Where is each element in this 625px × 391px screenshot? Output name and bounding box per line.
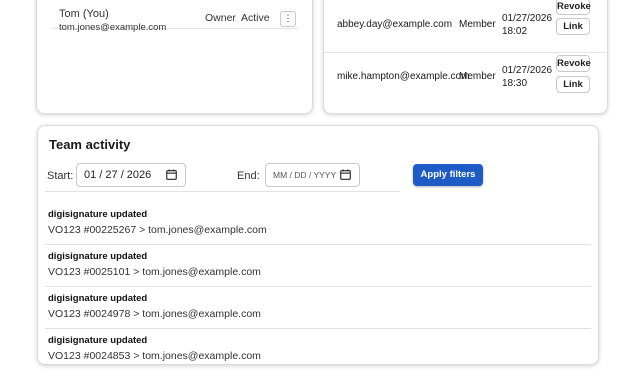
invite-date: 01/27/2026 bbox=[502, 13, 553, 24]
member-email: tom.jones@example.com bbox=[59, 22, 167, 33]
section-title: Team activity bbox=[49, 137, 131, 152]
invite-date: 01/27/2026 bbox=[502, 65, 553, 76]
team-activity-card: Team activity Start: 01 / 27 / 2026 End:… bbox=[37, 125, 599, 365]
activity-detail: VO123 #0024853 > tom.jones@example.com bbox=[48, 350, 261, 362]
invite-row: mike.hampton@example.com Member 01/27/20… bbox=[324, 52, 607, 104]
end-date-placeholder: MM / DD / YYYY bbox=[273, 170, 337, 180]
activity-item: digisignature updated VO123 #0024978 > t… bbox=[45, 286, 591, 329]
calendar-icon[interactable] bbox=[166, 169, 177, 180]
link-button[interactable]: Link bbox=[556, 76, 590, 93]
revoke-button[interactable]: Revoke bbox=[556, 55, 591, 72]
invite-time: 18:30 bbox=[502, 78, 528, 89]
calendar-icon[interactable] bbox=[340, 169, 351, 180]
activity-action: digisignature updated bbox=[48, 251, 148, 262]
invite-time: 18:02 bbox=[502, 26, 528, 37]
activity-detail: VO123 #00225267 > tom.jones@example.com bbox=[48, 224, 267, 236]
member-status: Active bbox=[241, 12, 270, 24]
activity-item: digisignature updated VO123 #0024853 > t… bbox=[45, 328, 591, 370]
apply-filters-button[interactable]: Apply filters bbox=[413, 164, 483, 186]
end-label: End: bbox=[237, 170, 260, 182]
invites-card: abbey.day@example.com Member 01/27/2026 … bbox=[323, 0, 608, 114]
filter-divider bbox=[45, 191, 400, 192]
activity-item: digisignature updated VO123 #0025101 > t… bbox=[45, 244, 591, 287]
activity-item: digisignature updated VO123 #00225267 > … bbox=[45, 202, 591, 245]
start-date-input[interactable]: 01 / 27 / 2026 bbox=[76, 163, 186, 187]
member-row: Tom (You) tom.jones@example.com Owner Ac… bbox=[53, 2, 298, 33]
invite-role: Member bbox=[459, 71, 496, 82]
members-card: Tom (You) tom.jones@example.com Owner Ac… bbox=[36, 0, 313, 114]
link-button[interactable]: Link bbox=[556, 18, 590, 35]
activity-detail: VO123 #0024978 > tom.jones@example.com bbox=[48, 308, 261, 320]
activity-action: digisignature updated bbox=[48, 335, 148, 346]
activity-detail: VO123 #0025101 > tom.jones@example.com bbox=[48, 266, 261, 278]
end-date-input[interactable]: MM / DD / YYYY bbox=[265, 163, 360, 187]
invite-email: mike.hampton@example.com bbox=[337, 71, 470, 82]
revoke-button[interactable]: Revoke bbox=[556, 0, 591, 15]
start-date-value: 01 / 27 / 2026 bbox=[84, 169, 152, 181]
invite-row: abbey.day@example.com Member 01/27/2026 … bbox=[324, 0, 607, 53]
invite-role: Member bbox=[459, 19, 496, 30]
member-name: Tom (You) bbox=[59, 8, 109, 20]
invite-datetime: 01/27/2026 18:02 bbox=[502, 12, 552, 38]
start-label: Start: bbox=[47, 170, 74, 182]
activity-action: digisignature updated bbox=[48, 209, 148, 220]
member-menu-button[interactable]: ⋮ bbox=[280, 11, 296, 27]
activity-action: digisignature updated bbox=[48, 293, 148, 304]
member-role: Owner bbox=[205, 12, 236, 24]
invite-email: abbey.day@example.com bbox=[337, 19, 453, 30]
invite-datetime: 01/27/2026 18:30 bbox=[502, 64, 552, 90]
